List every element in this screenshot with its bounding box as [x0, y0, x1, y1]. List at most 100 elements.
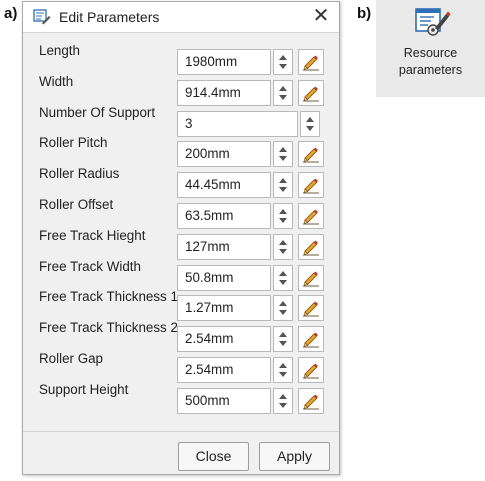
edit-button[interactable]: [298, 80, 324, 106]
edit-button[interactable]: [298, 388, 324, 414]
edit-button[interactable]: [298, 326, 324, 352]
spin-up-icon[interactable]: [279, 301, 287, 306]
parameter-label: Support Height: [39, 382, 129, 397]
value-spinner[interactable]: [273, 234, 293, 260]
spin-up-icon[interactable]: [279, 147, 287, 152]
parameter-row: Free Track Thickness 2 2.54mm: [23, 320, 339, 354]
parameter-label: Free Track Width: [39, 259, 141, 274]
value-spinner[interactable]: [300, 111, 320, 137]
parameter-label: Roller Offset: [39, 197, 114, 212]
parameter-value-input[interactable]: 2.54mm: [177, 326, 271, 352]
pencil-icon: [303, 147, 319, 163]
parameter-row: Free Track Hieght 127mm: [23, 228, 339, 262]
spin-down-icon[interactable]: [279, 218, 287, 223]
resource-parameters-icon: [415, 8, 451, 36]
value-spinner[interactable]: [273, 326, 293, 352]
spin-up-icon[interactable]: [279, 332, 287, 337]
edit-button[interactable]: [298, 172, 324, 198]
parameter-value-input[interactable]: 3: [177, 111, 298, 137]
spin-up-icon[interactable]: [279, 86, 287, 91]
apply-button[interactable]: Apply: [259, 442, 330, 471]
spin-up-icon[interactable]: [279, 394, 287, 399]
pencil-icon: [303, 240, 319, 256]
parameter-label: Free Track Thickness 1: [39, 289, 178, 304]
pencil-icon: [303, 301, 319, 317]
spin-up-icon[interactable]: [279, 240, 287, 245]
edit-button[interactable]: [298, 265, 324, 291]
parameter-value-input[interactable]: 914.4mm: [177, 80, 271, 106]
spin-down-icon[interactable]: [279, 95, 287, 100]
close-icon[interactable]: ✕: [311, 5, 331, 27]
resource-parameters-button[interactable]: Resource parameters: [376, 0, 485, 97]
edit-button[interactable]: [298, 203, 324, 229]
spin-down-icon[interactable]: [279, 156, 287, 161]
parameter-value-input[interactable]: 200mm: [177, 141, 271, 167]
parameter-row: Width 914.4mm: [23, 74, 339, 108]
spin-down-icon[interactable]: [279, 310, 287, 315]
edit-button[interactable]: [298, 49, 324, 75]
parameter-label: Width: [39, 74, 74, 89]
value-spinner[interactable]: [273, 295, 293, 321]
edit-button[interactable]: [298, 234, 324, 260]
pencil-icon: [303, 86, 319, 102]
edit-parameters-dialog: Edit Parameters ✕ Length 1980mm Width 914.4…: [22, 1, 340, 475]
parameter-value-input[interactable]: 1.27mm: [177, 295, 271, 321]
spin-up-icon[interactable]: [306, 117, 314, 122]
value-spinner[interactable]: [273, 80, 293, 106]
spin-down-icon[interactable]: [279, 341, 287, 346]
parameter-value-input[interactable]: 1980mm: [177, 49, 271, 75]
parameter-value-input[interactable]: 500mm: [177, 388, 271, 414]
resource-label-line2: parameters: [398, 63, 463, 77]
spin-down-icon[interactable]: [279, 187, 287, 192]
pencil-icon: [303, 394, 319, 410]
value-spinner[interactable]: [273, 388, 293, 414]
spin-up-icon[interactable]: [279, 209, 287, 214]
pencil-icon: [303, 209, 319, 225]
parameter-value-input[interactable]: 63.5mm: [177, 203, 271, 229]
spin-down-icon[interactable]: [279, 249, 287, 254]
value-spinner[interactable]: [273, 203, 293, 229]
parameter-row: Roller Pitch 200mm: [23, 135, 339, 169]
parameter-value-input[interactable]: 50.8mm: [177, 265, 271, 291]
parameter-value-input[interactable]: 44.45mm: [177, 172, 271, 198]
value-spinner[interactable]: [273, 172, 293, 198]
spin-up-icon[interactable]: [279, 178, 287, 183]
pencil-icon: [303, 271, 319, 287]
parameter-row: Roller Radius 44.45mm: [23, 166, 339, 200]
pencil-icon: [303, 178, 319, 194]
parameter-row: Support Height 500mm: [23, 382, 339, 416]
spin-down-icon[interactable]: [279, 280, 287, 285]
panel-label-b: b): [357, 5, 372, 22]
parameter-label: Free Track Thickness 2: [39, 320, 178, 335]
parameter-value-input[interactable]: 127mm: [177, 234, 271, 260]
pencil-icon: [303, 332, 319, 348]
spin-up-icon[interactable]: [279, 363, 287, 368]
value-spinner[interactable]: [273, 49, 293, 75]
spin-down-icon[interactable]: [279, 64, 287, 69]
value-spinner[interactable]: [273, 265, 293, 291]
parameter-label: Free Track Hieght: [39, 228, 146, 243]
spin-up-icon[interactable]: [279, 271, 287, 276]
spin-down-icon[interactable]: [279, 403, 287, 408]
spin-down-icon[interactable]: [306, 126, 314, 131]
close-button[interactable]: Close: [178, 442, 249, 471]
dialog-title: Edit Parameters: [59, 9, 160, 25]
spin-down-icon[interactable]: [279, 372, 287, 377]
parameter-row: Roller Gap 2.54mm: [23, 351, 339, 385]
parameter-value-input[interactable]: 2.54mm: [177, 357, 271, 383]
parameter-row: Roller Offset 63.5mm: [23, 197, 339, 231]
pencil-icon: [303, 363, 319, 379]
parameter-label: Roller Gap: [39, 351, 104, 366]
edit-button[interactable]: [298, 141, 324, 167]
edit-button[interactable]: [298, 357, 324, 383]
value-spinner[interactable]: [273, 141, 293, 167]
edit-button[interactable]: [298, 295, 324, 321]
parameter-label: Roller Pitch: [39, 135, 108, 150]
dialog-titlebar: Edit Parameters ✕: [23, 2, 339, 33]
footer-divider: [23, 431, 339, 432]
parameter-row: Length 1980mm: [23, 43, 339, 77]
parameter-label: Length: [39, 43, 80, 58]
spin-up-icon[interactable]: [279, 55, 287, 60]
resource-label-line1: Resource: [403, 46, 458, 60]
value-spinner[interactable]: [273, 357, 293, 383]
